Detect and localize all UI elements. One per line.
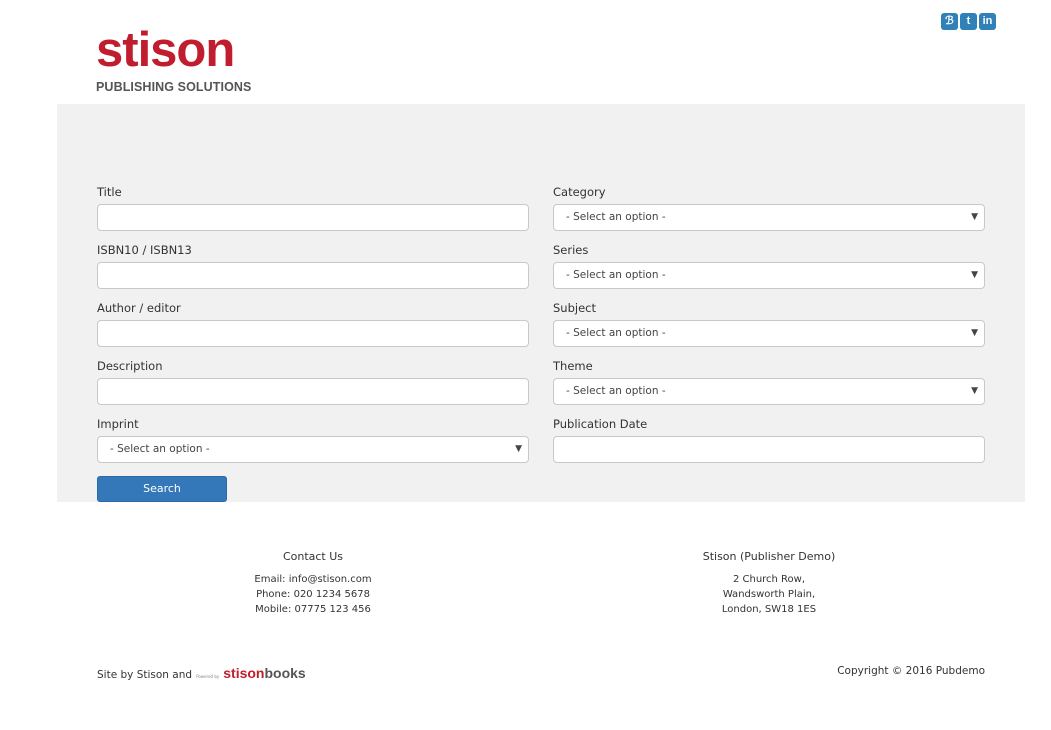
title-label: Title [97,185,122,199]
theme-label: Theme [553,359,593,373]
imprint-select-value: - Select an option - [110,443,210,455]
address-line-2: Wandsworth Plain, [722,589,816,600]
contact-mobile: Mobile: 07775 123 456 [255,604,371,615]
chevron-down-icon: ▼ [515,444,522,454]
isbn-label: ISBN10 / ISBN13 [97,243,192,257]
isbn-input[interactable] [97,262,529,289]
title-input[interactable] [97,204,529,231]
stisonbooks-logo-red[interactable]: stison [223,666,264,680]
publication-date-input[interactable] [553,436,985,463]
contact-email[interactable]: Email: info@stison.com [213,572,413,587]
chevron-down-icon: ▼ [971,328,978,338]
site-by-text: Site by Stison and [97,668,193,681]
category-select[interactable]: - Select an option - ▼ [553,204,985,231]
theme-select[interactable]: - Select an option - ▼ [553,378,985,405]
subject-select[interactable]: - Select an option - ▼ [553,320,985,347]
imprint-select[interactable]: - Select an option - ▼ [97,436,529,463]
imprint-label: Imprint [97,417,139,431]
rss-icon[interactable]: ℬ [941,13,958,30]
subject-select-value: - Select an option - [566,327,666,339]
powered-by-text: Powered by [196,674,220,679]
address-line-3: London, SW18 1ES [721,604,817,615]
description-input[interactable] [97,378,529,405]
category-select-value: - Select an option - [566,211,666,223]
subject-label: Subject [553,301,596,315]
logo-wordmark: stison [96,23,235,77]
company-heading: Stison (Publisher Demo) [702,550,836,563]
address-line-1: 2 Church Row, [732,574,806,585]
series-select[interactable]: - Select an option - ▼ [553,262,985,289]
company-block: Stison (Publisher Demo) 2 Church Row, Wa… [669,549,869,617]
description-label: Description [97,359,163,373]
linkedin-icon[interactable]: in [979,13,996,30]
site-by: Site by Stison and Powered by stison boo… [97,666,306,680]
chevron-down-icon: ▼ [971,386,978,396]
category-label: Category [553,185,606,199]
twitter-icon[interactable]: t [960,13,977,30]
contact-phone: Phone: 020 1234 5678 [256,589,370,600]
copyright: Copyright © 2016 Pubdemo [837,665,985,677]
author-label: Author / editor [97,301,181,315]
social-links: ℬ t in [941,13,996,30]
search-button[interactable]: Search [97,476,227,502]
series-select-value: - Select an option - [566,269,666,281]
stisonbooks-logo-grey[interactable]: books [264,666,305,680]
author-input[interactable] [97,320,529,347]
chevron-down-icon: ▼ [971,212,978,222]
theme-select-value: - Select an option - [566,385,666,397]
contact-heading: Contact Us [282,550,344,563]
series-label: Series [553,243,589,257]
site-logo[interactable]: stison PUBLISHING SOLUTIONS [96,26,251,94]
contact-block: Contact Us Email: info@stison.com Phone:… [213,549,413,617]
chevron-down-icon: ▼ [971,270,978,280]
publication-date-label: Publication Date [553,417,648,431]
logo-tagline: PUBLISHING SOLUTIONS [96,80,252,94]
